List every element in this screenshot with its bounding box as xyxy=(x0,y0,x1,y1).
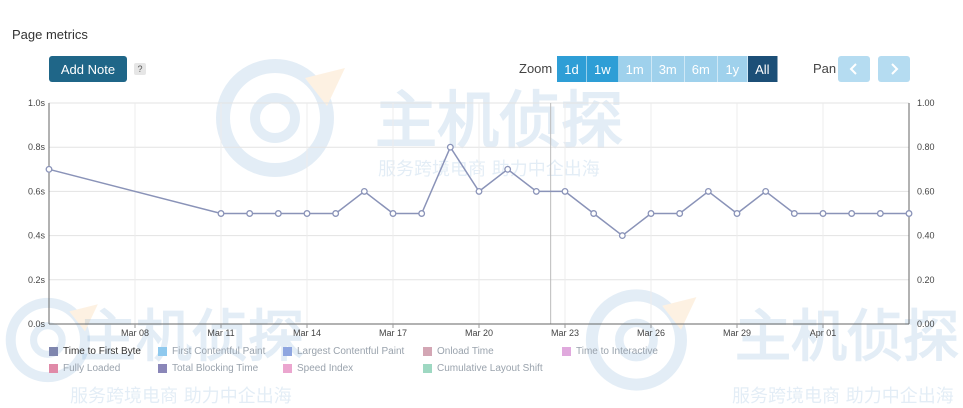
data-point[interactable] xyxy=(217,210,225,217)
legend-swatch xyxy=(49,364,58,373)
legend-item[interactable]: Speed Index xyxy=(283,363,353,374)
x-tick-label: Mar 14 xyxy=(293,328,321,338)
legend-swatch xyxy=(283,347,292,356)
data-point[interactable] xyxy=(590,210,598,217)
legend-label: Speed Index xyxy=(297,363,354,374)
x-tick-label: Mar 26 xyxy=(637,328,665,338)
data-point[interactable] xyxy=(819,210,827,217)
legend-swatch xyxy=(158,347,167,356)
x-tick-label: Mar 08 xyxy=(121,328,149,338)
x-axis-ticks: Mar 08 Mar 11 Mar 14 Mar 17 Mar 20 Mar 23 Mar … xyxy=(121,324,836,338)
legend-item[interactable]: Largest Contentful Paint xyxy=(283,346,404,357)
legend-label: Total Blocking Time xyxy=(172,363,259,374)
y-left-tick-label: 0.6s xyxy=(28,186,46,196)
y-right-tick-label: 0.40 xyxy=(917,231,935,241)
data-point[interactable] xyxy=(876,210,884,217)
legend-swatch xyxy=(158,364,167,373)
data-point[interactable] xyxy=(332,210,340,217)
x-tick-label: Apr 01 xyxy=(810,328,837,338)
x-tick-label: Mar 20 xyxy=(465,328,493,338)
data-point[interactable] xyxy=(45,165,53,173)
y-right-tick-label: 0.20 xyxy=(917,275,935,285)
chart-legend: Time to First Byte First Contentful Paint… xyxy=(49,346,749,380)
legend-label: Time to Interactive xyxy=(576,346,658,357)
data-point[interactable] xyxy=(733,210,741,217)
data-point[interactable] xyxy=(475,187,483,195)
y-right-tick-label: 0.00 xyxy=(917,319,935,329)
legend-label: Fully Loaded xyxy=(63,363,121,374)
legend-swatch xyxy=(423,364,432,373)
data-point[interactable] xyxy=(704,187,712,195)
legend-item[interactable]: First Contentful Paint xyxy=(158,346,265,357)
data-point[interactable] xyxy=(274,210,282,217)
chart-grid xyxy=(49,102,909,325)
legend-label: Cumulative Layout Shift xyxy=(437,363,543,374)
x-tick-label: Mar 17 xyxy=(379,328,407,338)
data-point[interactable] xyxy=(303,210,311,217)
y-left-tick-label: 0.4s xyxy=(28,231,46,241)
legend-item[interactable]: Fully Loaded xyxy=(49,363,120,374)
legend-swatch xyxy=(283,364,292,373)
legend-item[interactable]: Cumulative Layout Shift xyxy=(423,363,543,374)
legend-item[interactable]: Onload Time xyxy=(423,346,494,357)
data-point[interactable] xyxy=(532,187,540,195)
legend-item[interactable]: Total Blocking Time xyxy=(158,363,258,374)
y-axis-right-ticks: 0.00 0.20 0.40 0.60 0.80 1.00 xyxy=(917,98,935,329)
data-point[interactable] xyxy=(561,187,569,195)
y-left-tick-label: 1.0s xyxy=(28,98,46,108)
y-right-tick-label: 0.80 xyxy=(917,142,935,152)
x-tick-label: Mar 11 xyxy=(207,328,234,338)
data-point[interactable] xyxy=(647,210,655,217)
y-right-tick-label: 1.00 xyxy=(917,98,935,108)
line-chart: Mar 08 Mar 11 Mar 14 Mar 17 Mar 20 Mar 23 Mar … xyxy=(28,98,935,338)
y-left-tick-label: 0.0s xyxy=(28,319,46,329)
data-point[interactable] xyxy=(389,210,397,217)
data-point[interactable] xyxy=(905,210,913,217)
data-point[interactable] xyxy=(848,210,856,217)
data-point[interactable] xyxy=(360,187,368,195)
legend-label: Largest Contentful Paint xyxy=(297,346,405,357)
data-point[interactable] xyxy=(446,143,454,151)
legend-swatch xyxy=(49,347,58,356)
legend-label: Time to First Byte xyxy=(63,346,141,357)
legend-item[interactable]: Time to First Byte xyxy=(49,346,141,357)
y-axis-left-ticks: 0.0s 0.2s 0.4s 0.6s 0.8s 1.0s xyxy=(28,98,46,329)
x-tick-label: Mar 29 xyxy=(723,328,751,338)
legend-item[interactable]: Time to Interactive xyxy=(562,346,658,357)
legend-swatch xyxy=(562,347,571,356)
data-point[interactable] xyxy=(418,210,426,217)
data-point[interactable] xyxy=(676,210,684,217)
legend-label: First Contentful Paint xyxy=(172,346,266,357)
data-point[interactable] xyxy=(762,187,770,195)
legend-swatch xyxy=(423,347,432,356)
data-point[interactable] xyxy=(246,210,254,217)
y-right-tick-label: 0.60 xyxy=(917,186,935,196)
x-tick-label: Mar 23 xyxy=(551,328,579,338)
y-left-tick-label: 0.8s xyxy=(28,142,46,152)
legend-label: Onload Time xyxy=(437,346,494,357)
y-left-tick-label: 0.2s xyxy=(28,275,46,285)
data-point[interactable] xyxy=(618,232,626,240)
data-point[interactable] xyxy=(790,210,798,217)
data-point[interactable] xyxy=(504,165,512,173)
